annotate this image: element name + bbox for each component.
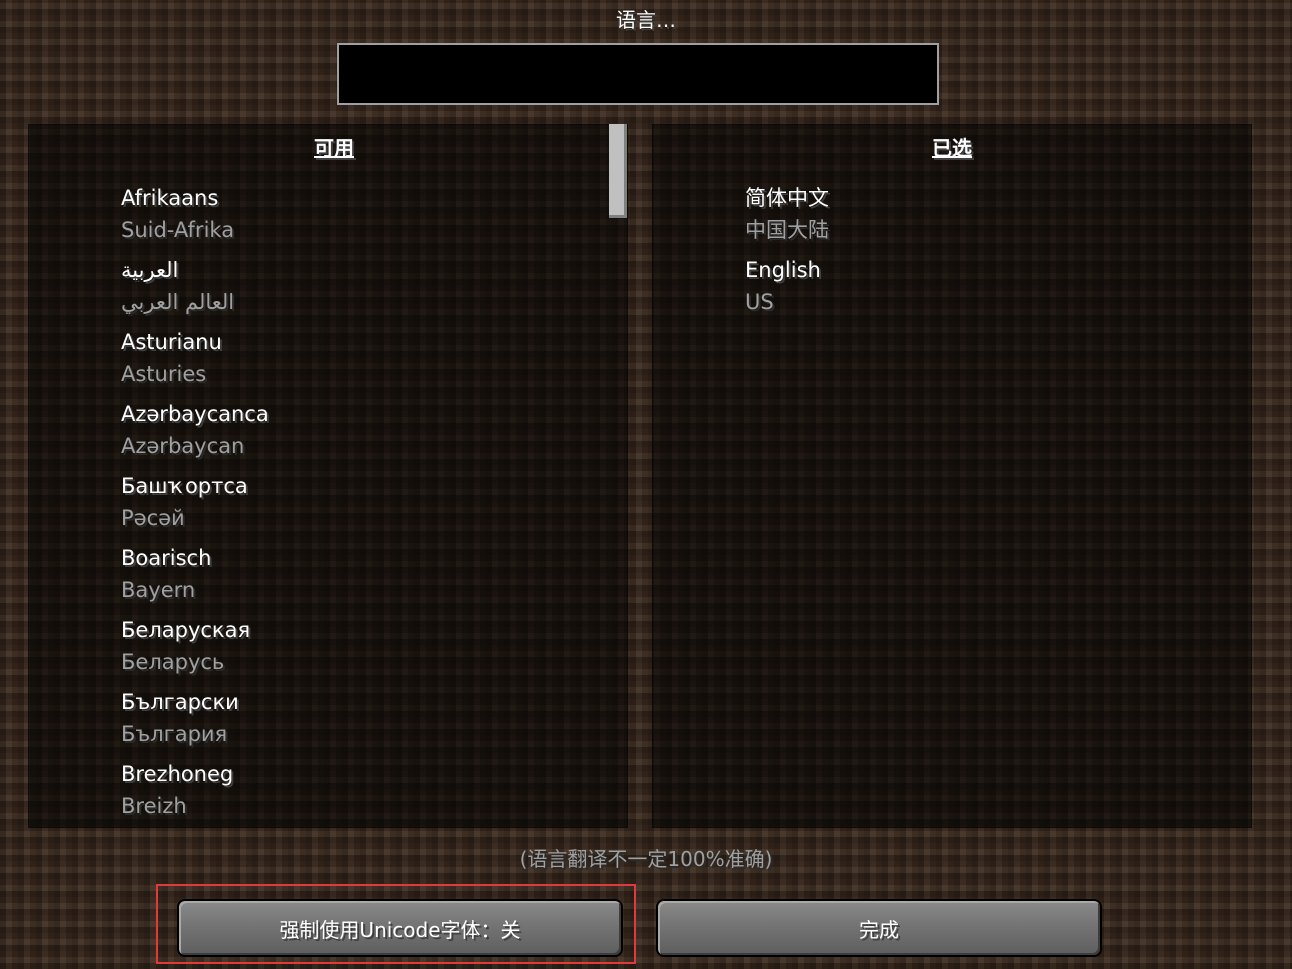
available-languages-panel: 可用 Afrikaans Suid-Afrika العربية العالم … — [28, 124, 628, 828]
language-region: Suid-Afrika — [121, 218, 235, 242]
available-scrollbar[interactable] — [609, 124, 627, 828]
language-region: 中国大陆 — [745, 218, 829, 242]
search-input[interactable] — [337, 43, 939, 105]
list-item-bashkortsa[interactable]: Башҡортса Рәсәй — [121, 470, 269, 542]
list-item-afrikaans[interactable]: Afrikaans Suid-Afrika — [121, 182, 269, 254]
language-region: Bayern — [121, 578, 196, 602]
language-name: Беларуская — [121, 618, 251, 642]
language-name: Brezhoneg — [121, 762, 234, 786]
language-region: US — [745, 290, 774, 314]
screen-title: 语言… — [616, 8, 676, 32]
language-name: 简体中文 — [745, 186, 829, 210]
language-name: Asturianu — [121, 330, 222, 354]
list-item-azerbaycanca[interactable]: Azərbaycanca Azərbaycan — [121, 398, 269, 470]
language-name: Afrikaans — [121, 186, 219, 210]
translation-warning: (语言翻译不一定100%准确) — [519, 847, 773, 871]
language-name: Azərbaycanca — [121, 402, 269, 426]
list-item-belarusian[interactable]: Беларуская Беларусь — [121, 614, 269, 686]
language-name: English — [745, 258, 821, 282]
language-region: Asturies — [121, 362, 207, 386]
language-region: Breizh — [121, 794, 187, 818]
list-item-boarisch[interactable]: Boarisch Bayern — [121, 542, 269, 614]
done-button[interactable]: 完成 — [656, 899, 1102, 957]
list-item-english[interactable]: English US — [745, 254, 829, 326]
available-language-list: Afrikaans Suid-Afrika العربية العالم الع… — [121, 182, 269, 830]
language-name: Български — [121, 690, 239, 714]
selected-header: 已选 — [932, 136, 972, 160]
language-name: Башҡортса — [121, 474, 248, 498]
language-name: العربية — [121, 258, 179, 282]
language-region: Azərbaycan — [121, 434, 245, 458]
language-region: България — [121, 722, 228, 746]
available-header: 可用 — [314, 136, 354, 160]
language-region: العالم العربي — [121, 290, 235, 314]
list-item-arabic[interactable]: العربية العالم العربي — [121, 254, 269, 326]
list-item-brezhoneg[interactable]: Brezhoneg Breizh — [121, 758, 269, 830]
list-item-asturianu[interactable]: Asturianu Asturies — [121, 326, 269, 398]
language-region: Беларусь — [121, 650, 225, 674]
selected-language-list: 简体中文 中国大陆 English US — [745, 182, 829, 326]
available-scrollbar-thumb[interactable] — [609, 124, 627, 218]
language-region: Рәсәй — [121, 506, 185, 530]
language-name: Boarisch — [121, 546, 212, 570]
selected-languages-panel: 已选 简体中文 中国大陆 English US — [652, 124, 1252, 828]
list-item-simplified-chinese[interactable]: 简体中文 中国大陆 — [745, 182, 829, 254]
list-item-bulgarian[interactable]: Български България — [121, 686, 269, 758]
force-unicode-font-button[interactable]: 强制使用Unicode字体：关 — [177, 899, 623, 957]
